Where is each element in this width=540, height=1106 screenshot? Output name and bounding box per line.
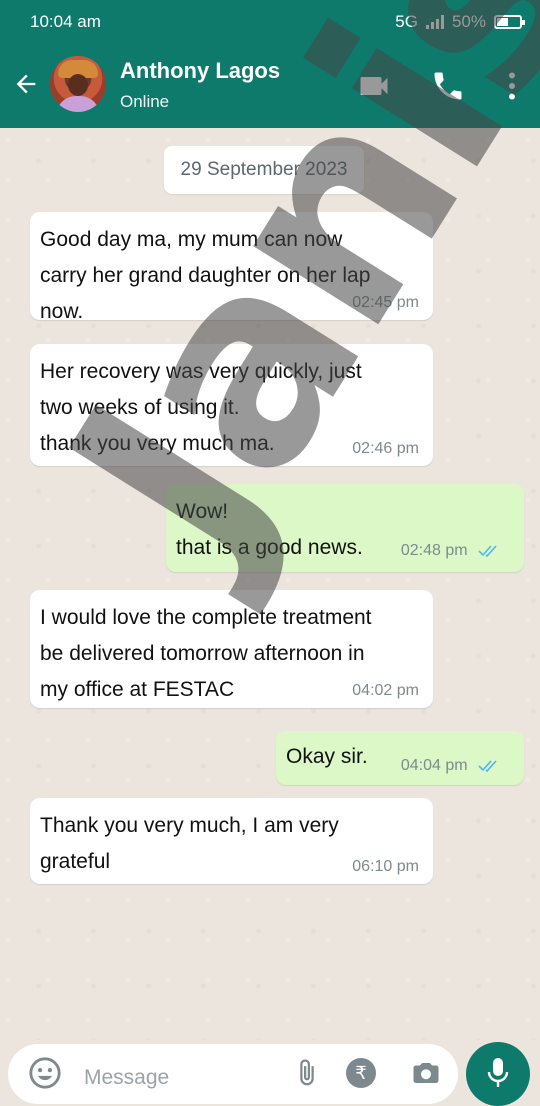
- message-time: 04:04 pm: [400, 757, 468, 774]
- message-meta: 02:48 pm: [401, 542, 500, 560]
- message-bubble-outgoing[interactable]: Wow! that is a good news. 02:48 pm: [166, 484, 524, 572]
- status-indicators: 5G 50%: [395, 12, 525, 32]
- chat-header: Anthony Lagos Online: [0, 44, 540, 128]
- message-text: Her recovery was very quickly, just two …: [40, 360, 362, 455]
- mic-icon: [487, 1058, 509, 1087]
- emoji-icon[interactable]: [28, 1056, 62, 1090]
- avatar-face: [68, 74, 88, 96]
- message-input[interactable]: Message ₹: [8, 1044, 458, 1104]
- contact-status: Online: [120, 92, 170, 111]
- message-time: 02:48 pm: [400, 542, 468, 559]
- message-bubble-outgoing[interactable]: Okay sir. 04:04 pm: [276, 731, 524, 785]
- network-label: 5G: [395, 12, 418, 31]
- camera-icon[interactable]: [410, 1058, 442, 1088]
- read-ticks-icon: [478, 760, 497, 772]
- attach-icon[interactable]: [292, 1058, 322, 1088]
- status-time: 10:04 am: [30, 12, 101, 31]
- battery-icon: [494, 15, 525, 29]
- contact-name[interactable]: Anthony Lagos: [120, 58, 280, 84]
- date-chip: 29 September 2023: [164, 146, 364, 194]
- status-bar: 10:04 am 5G 50%: [0, 0, 540, 44]
- signal-icon: [425, 15, 444, 29]
- read-ticks-icon: [478, 545, 497, 557]
- message-input-bar: Message ₹: [0, 1040, 540, 1106]
- message-text: Good day ma, my mum can now carry her gr…: [40, 228, 371, 323]
- mic-button[interactable]: [466, 1042, 530, 1106]
- message-bubble-incoming[interactable]: Thank you very much, I am very grateful …: [30, 798, 433, 884]
- message-time: 06:10 pm: [352, 858, 419, 875]
- message-text: Wow! that is a good news.: [176, 500, 363, 559]
- message-bubble-incoming[interactable]: I would love the complete treatment be d…: [30, 590, 433, 708]
- more-vert-icon[interactable]: [494, 68, 530, 104]
- message-text: Thank you very much, I am very grateful: [40, 814, 339, 873]
- message-meta: 04:04 pm: [401, 757, 500, 775]
- message-time: 02:45 pm: [352, 294, 419, 311]
- chat-area[interactable]: 29 September 2023 Good day ma, my mum ca…: [0, 128, 540, 1040]
- message-bubble-incoming[interactable]: Good day ma, my mum can now carry her gr…: [30, 212, 433, 323]
- message-time: 04:02 pm: [352, 682, 419, 699]
- message-time: 02:46 pm: [352, 440, 419, 457]
- phone-icon[interactable]: [430, 68, 466, 104]
- message-text: I would love the complete treatment be d…: [40, 606, 372, 701]
- payment-icon[interactable]: ₹: [346, 1058, 376, 1088]
- message-text: Okay sir.: [286, 745, 368, 768]
- avatar[interactable]: [50, 56, 106, 112]
- battery-percent: 50%: [451, 12, 486, 31]
- message-bubble-incoming[interactable]: Her recovery was very quickly, just two …: [30, 344, 433, 466]
- avatar-dress: [56, 96, 100, 112]
- back-arrow-icon[interactable]: [12, 70, 40, 98]
- video-call-icon[interactable]: [356, 68, 392, 104]
- message-placeholder: Message: [84, 1066, 170, 1089]
